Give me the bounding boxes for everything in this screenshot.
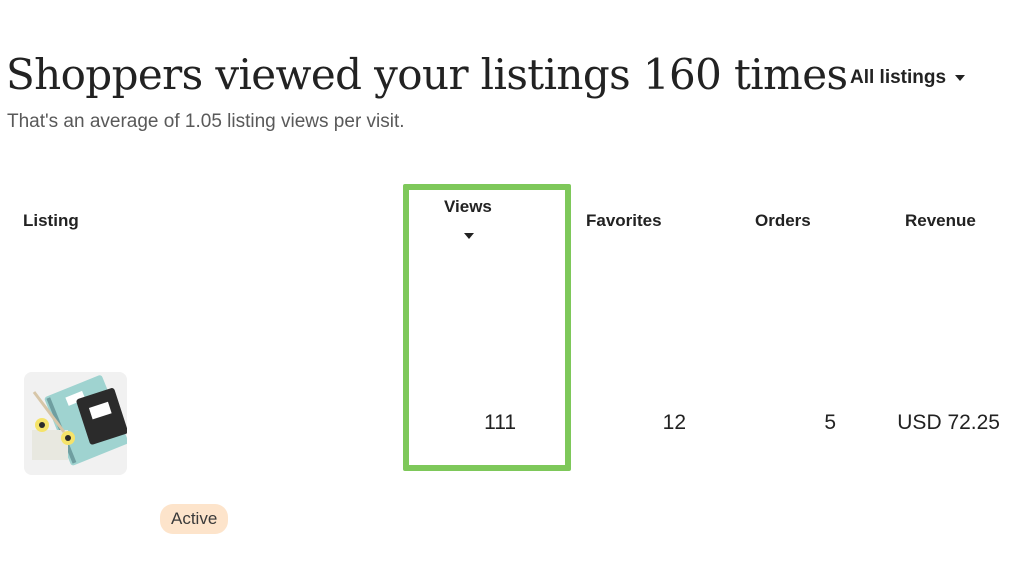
page-headline: Shoppers viewed your listings 160 times [6, 50, 848, 99]
row-revenue-value: USD 72.25 [897, 411, 1000, 434]
column-header-orders[interactable]: Orders [755, 211, 811, 231]
status-badge: Active [160, 504, 229, 534]
row-views-value: 111 [484, 411, 516, 434]
column-header-revenue[interactable]: Revenue [905, 211, 976, 231]
stats-page: Shoppers viewed your listings 160 times … [0, 0, 1024, 576]
filter-dropdown-label: All listings [850, 67, 947, 88]
listing-thumbnail-art [24, 372, 127, 475]
column-header-favorites[interactable]: Favorites [586, 211, 662, 231]
row-orders-value: 5 [824, 411, 836, 434]
row-favorites-value: 12 [662, 411, 686, 434]
listing-thumbnail-image[interactable] [24, 372, 127, 475]
listings-filter-dropdown[interactable]: All listings [850, 67, 966, 89]
page-subheadline: That's an average of 1.05 listing views … [7, 111, 405, 132]
column-header-listing: Listing [23, 211, 79, 230]
caret-down-icon [955, 75, 966, 81]
